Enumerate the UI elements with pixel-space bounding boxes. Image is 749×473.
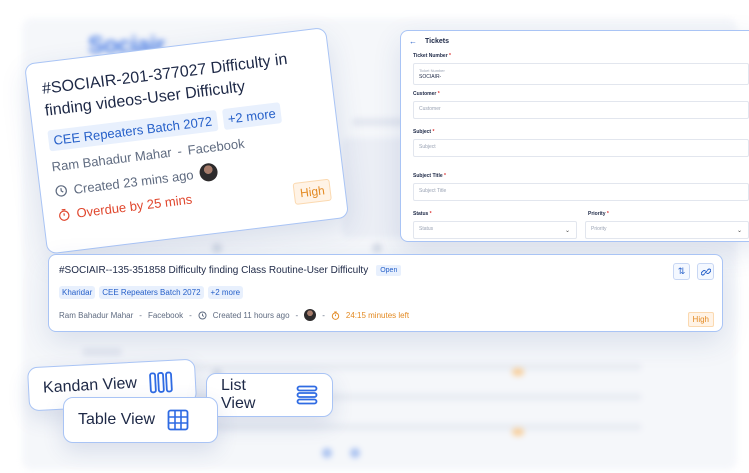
timer-icon	[331, 310, 340, 320]
kanban-view-label: Kandan View	[42, 374, 138, 397]
ticket-source: Facebook	[147, 310, 184, 320]
back-arrow-icon[interactable]: ←	[409, 37, 417, 46]
ticket-tags: Kharidar CEE Repeaters Batch 2072 +2 mor…	[59, 286, 712, 299]
chevron-down-icon: ⌄	[564, 228, 570, 234]
table-view-label: Table View	[78, 411, 156, 428]
tag[interactable]: Kharidar	[59, 286, 96, 299]
subject-title-input[interactable]: Subject Title	[413, 183, 749, 201]
status-label: Status *	[413, 211, 432, 217]
ticket-card-tilted[interactable]: #SOCIAIR-201-377027 Difficulty in findin…	[24, 26, 350, 255]
avatar	[198, 162, 219, 183]
timer-icon	[59, 208, 70, 221]
ticket-form-panel: ← Tickets Ticket Number * Ticket Number …	[400, 30, 749, 242]
list-view-button[interactable]: List View	[206, 373, 333, 417]
tag[interactable]: CEE Repeaters Batch 2072	[99, 286, 204, 299]
avatar	[304, 309, 317, 321]
form-header: ← Tickets	[401, 31, 749, 51]
kanban-icon	[149, 371, 173, 394]
table-icon	[167, 409, 189, 431]
more-tags[interactable]: +2 more	[221, 102, 282, 131]
customer-label: Customer *	[413, 91, 440, 97]
chevron-down-icon: ⌄	[736, 228, 742, 234]
priority-badge: High	[292, 178, 332, 205]
author-name: Ram Bahadur Mahar	[59, 310, 134, 320]
clock-icon	[198, 310, 207, 320]
ticket-source: Facebook	[186, 135, 246, 158]
subject-title-label: Subject Title *	[413, 173, 446, 179]
customer-input[interactable]: Customer	[413, 101, 749, 119]
subject-label: Subject *	[413, 129, 435, 135]
created-time: Created 11 hours ago	[212, 310, 290, 320]
link-icon[interactable]	[697, 263, 714, 280]
table-view-button[interactable]: Table View	[63, 397, 218, 443]
ticket-meta: Ram Bahadur Mahar - Facebook - Created 1…	[59, 309, 410, 321]
more-tags[interactable]: +2 more	[207, 286, 244, 299]
clock-icon	[55, 184, 67, 197]
time-left: 24:15 minutes left	[345, 310, 410, 320]
status-select[interactable]: Status ⌄	[413, 221, 577, 239]
overdue-text: Overdue by 25 mins	[75, 191, 193, 221]
ticket-title: #SOCIAIR--135-351858 Difficulty finding …	[59, 265, 369, 276]
subject-input[interactable]: Subject	[413, 139, 749, 157]
priority-badge: High	[687, 312, 714, 327]
created-time: Created 23 mins ago	[72, 166, 195, 197]
priority-select[interactable]: Priority ⌄	[585, 221, 749, 239]
sort-icon[interactable]: ⇅	[673, 263, 690, 280]
list-view-label: List View	[221, 377, 256, 412]
priority-label: Priority *	[588, 211, 609, 217]
ticket-card-wide[interactable]: #SOCIAIR--135-351858 Difficulty finding …	[48, 254, 723, 332]
list-icon	[296, 385, 318, 405]
ticket-number-label: Ticket Number *	[413, 53, 451, 59]
ticket-number-input[interactable]: Ticket Number SOCIAIR-	[413, 63, 749, 85]
status-badge: Open	[376, 265, 402, 276]
ticket-title-row: #SOCIAIR--135-351858 Difficulty finding …	[59, 265, 712, 276]
form-title: Tickets	[425, 37, 449, 45]
